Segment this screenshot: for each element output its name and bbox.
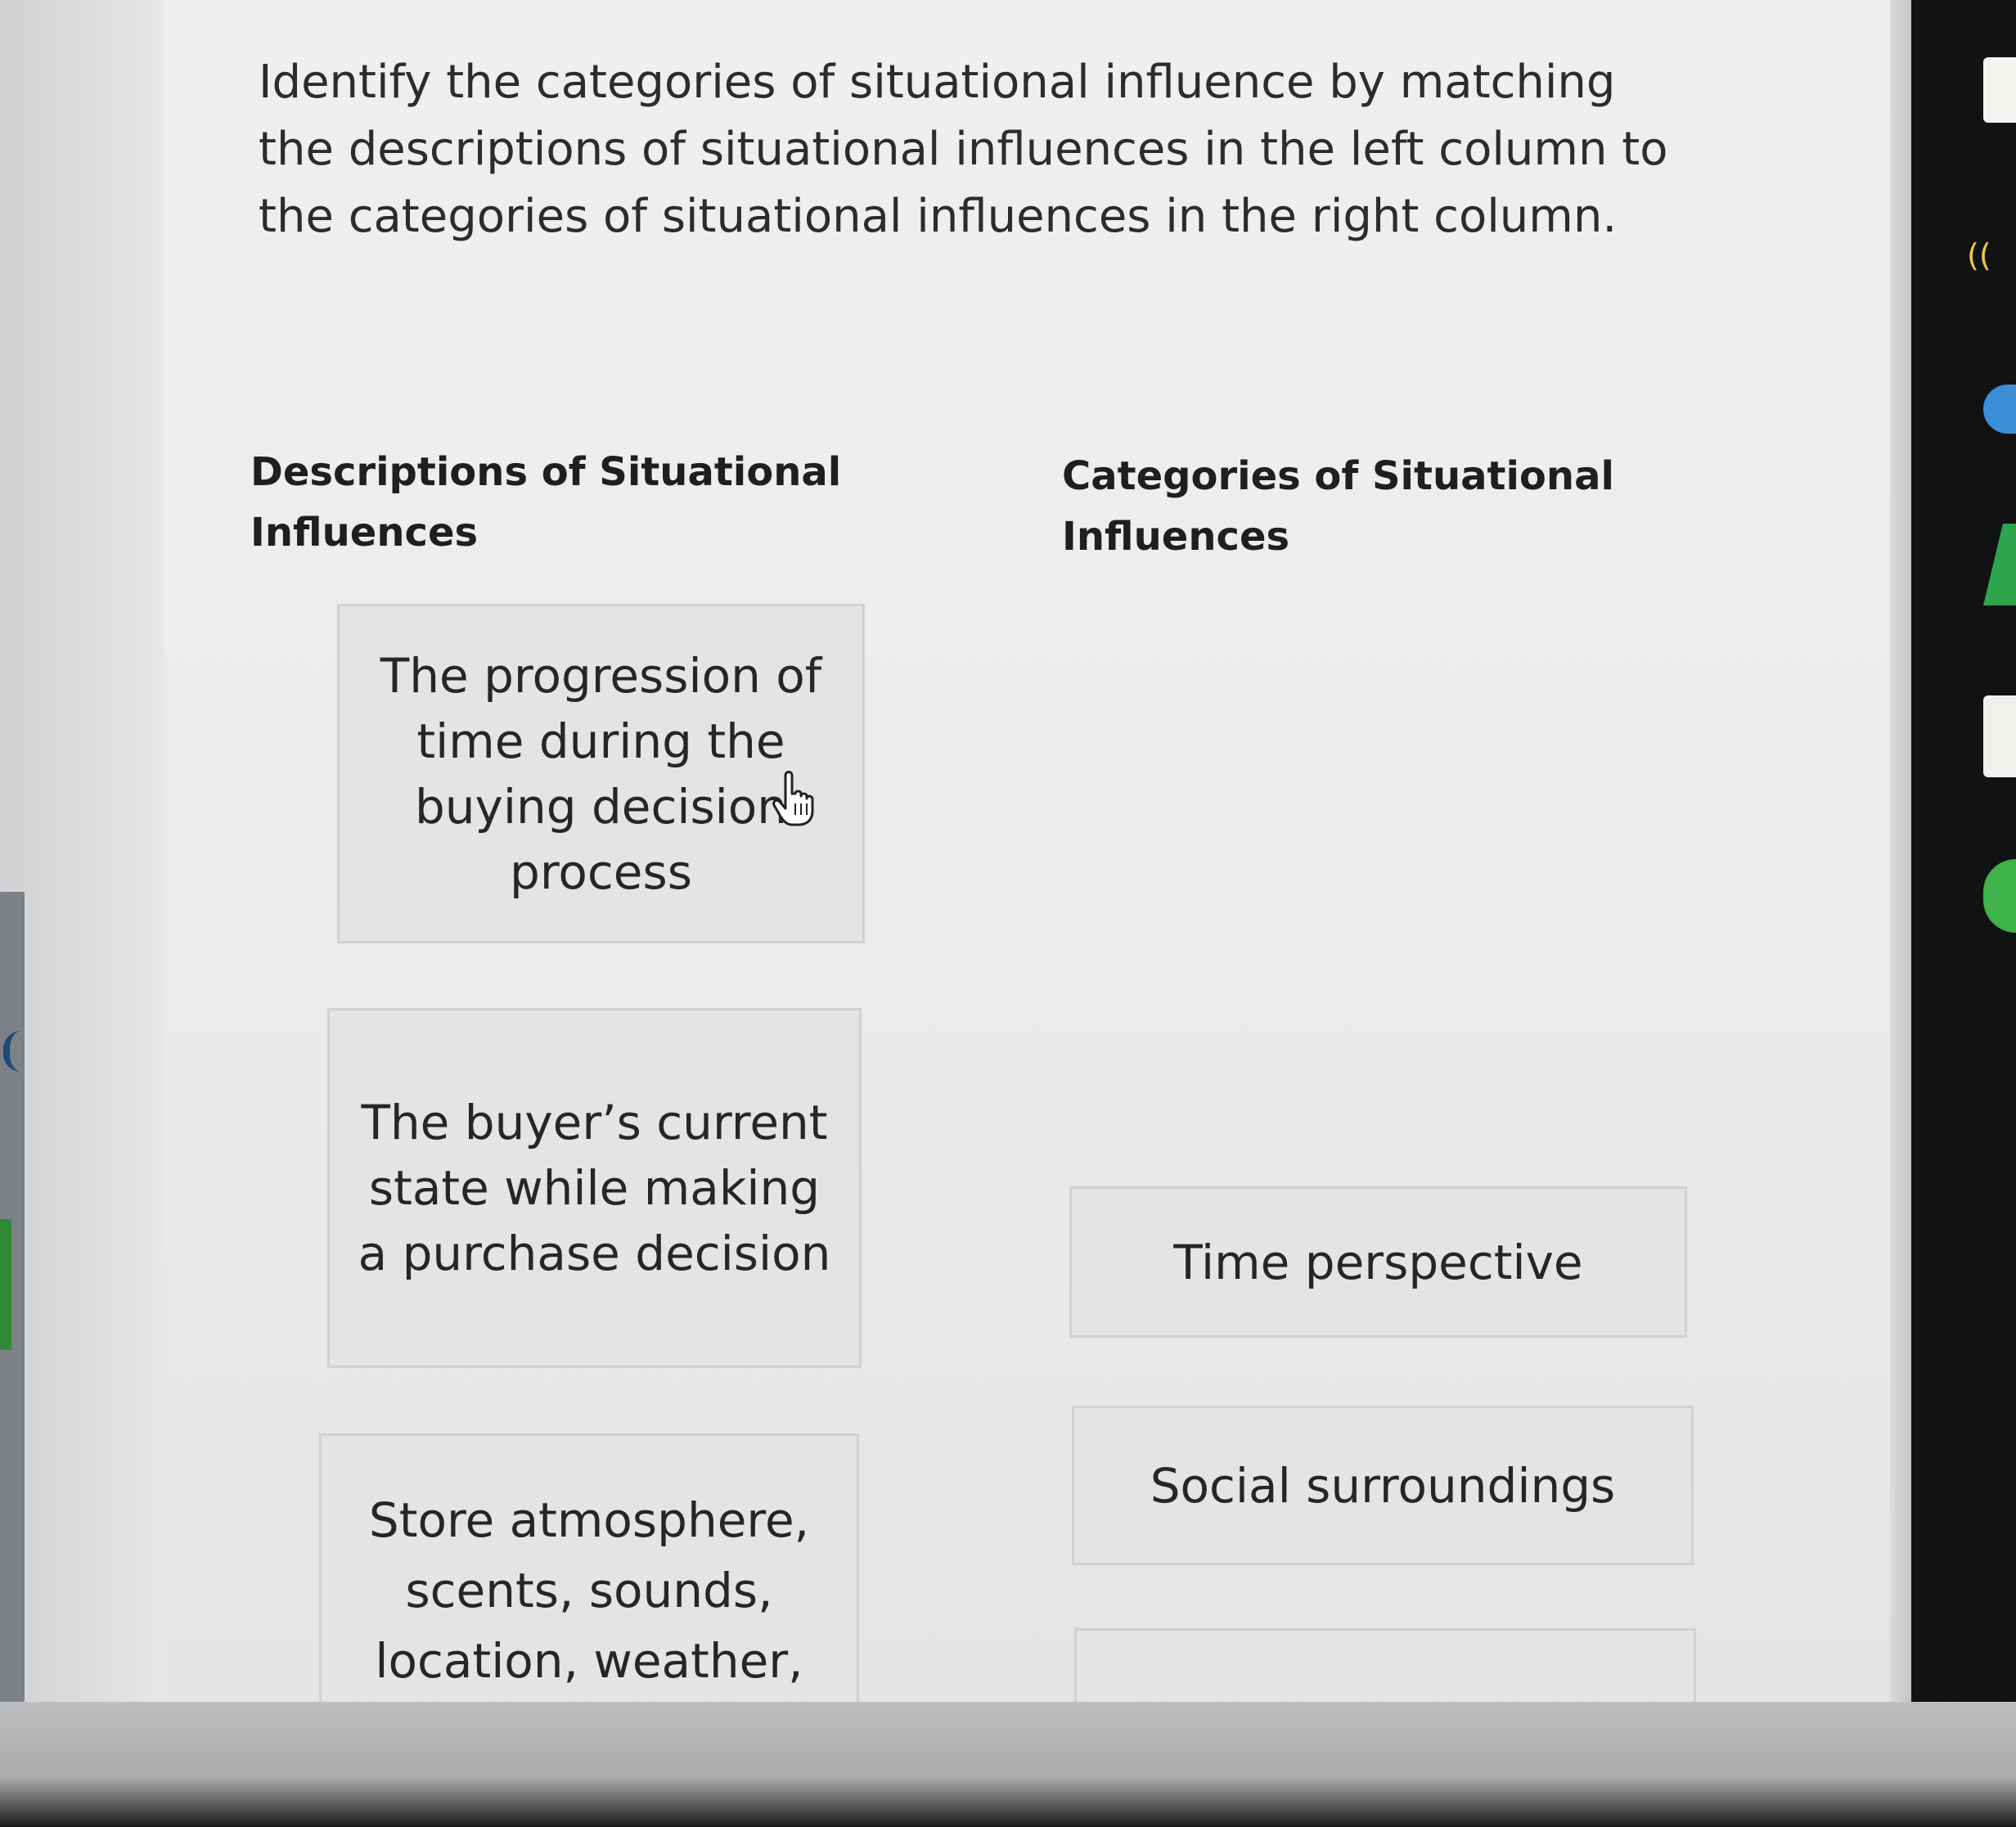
hand-pointer-icon xyxy=(772,771,814,826)
category-tile-social-surroundings[interactable]: Social surroundings xyxy=(1072,1406,1694,1565)
right-taskbar: (( xyxy=(1911,0,2016,1827)
description-tile-buyer-state[interactable]: The buyer’s current state while making a… xyxy=(327,1008,862,1368)
categories-column-header: Categories of Situational Influences xyxy=(1062,453,1614,560)
category-drop-zone[interactable] xyxy=(1062,589,1692,1145)
question-instructions: Identify the categories of situational i… xyxy=(259,56,1668,243)
notes-icon[interactable] xyxy=(1983,57,2016,123)
category-tile-time-perspective[interactable]: Time perspective xyxy=(1069,1186,1687,1338)
category-tile-partial[interactable] xyxy=(1074,1628,1696,1702)
chat-icon[interactable] xyxy=(1983,859,2016,933)
description-tile-label: The buyer’s current state while making a… xyxy=(358,1095,831,1281)
descriptions-column-header: Descriptions of Situational Influences xyxy=(250,449,842,556)
document-icon[interactable] xyxy=(1983,695,2016,777)
wifi-icon[interactable]: (( xyxy=(1967,237,2016,278)
description-tile-label: The progression of time during the buyin… xyxy=(380,647,822,900)
drive-icon[interactable] xyxy=(1983,524,2016,605)
description-tile-label: Store atmosphere, scents, sounds, locati… xyxy=(368,1492,810,1689)
category-tile-label: Social surroundings xyxy=(1150,1458,1616,1514)
bottom-bezel xyxy=(0,1702,2016,1827)
left-green-edge xyxy=(0,1219,11,1350)
category-tile-label: Time perspective xyxy=(1173,1234,1583,1290)
question-page: Identify the categories of situational i… xyxy=(164,0,1890,1702)
description-tile-store-atmosphere[interactable]: Store atmosphere, scents, sounds, locati… xyxy=(319,1433,859,1702)
cloud-icon[interactable] xyxy=(1983,385,2016,434)
left-background xyxy=(0,0,164,1702)
